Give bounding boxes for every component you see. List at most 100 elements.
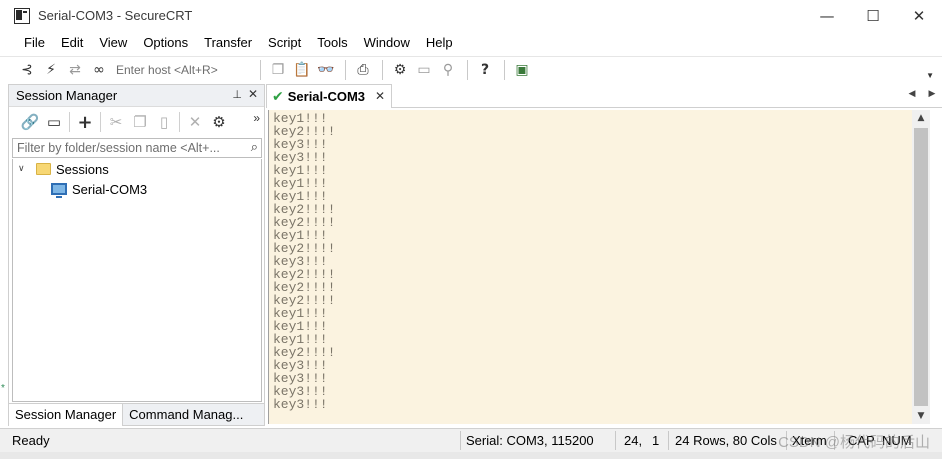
toolbar-more-icon[interactable]: » (253, 111, 260, 125)
window-controls: — ☐ ✕ (804, 0, 942, 31)
toolbar-separator (467, 60, 468, 80)
search-icon[interactable]: ⌕ (251, 140, 258, 155)
help-icon[interactable]: ? (476, 61, 494, 79)
tree-folder-sessions[interactable]: ∨ Sessions (13, 159, 261, 179)
terminal-line: key3!!! (273, 384, 328, 399)
watermark: CSDN @杨代码的后山 (778, 434, 930, 451)
close-button[interactable]: ✕ (896, 0, 942, 31)
tab-close-icon[interactable]: ✕ (375, 89, 385, 103)
terminal-line: key3!!! (273, 397, 328, 412)
scroll-down-icon[interactable]: ▼ (912, 408, 930, 424)
scrollbar-thumb[interactable] (914, 128, 928, 406)
session-manager-header: Session Manager ⊥ ✕ (9, 85, 264, 107)
tree-session-label: Serial-COM3 (72, 181, 148, 197)
session-manager-close-button[interactable]: ✕ (248, 87, 258, 101)
new-session-icon[interactable]: + (76, 112, 94, 133)
copy-icon[interactable]: ❐ (269, 61, 287, 79)
menu-edit[interactable]: Edit (53, 31, 91, 55)
menu-file[interactable]: File (16, 31, 53, 55)
folder-icon (36, 163, 51, 175)
about-icon[interactable]: ▣ (513, 61, 531, 79)
splitter-handle[interactable]: * (1, 383, 5, 394)
window-title: Serial-COM3 - SecureCRT (38, 8, 193, 23)
cut-icon[interactable]: ✂ (107, 113, 125, 131)
terminal-line: key2!!!! (273, 280, 336, 295)
tab-serial-com3[interactable]: ✔ Serial-COM3 ✕ (266, 84, 392, 108)
session-tree: ∨ Sessions Serial-COM3 (12, 159, 262, 402)
menu-window[interactable]: Window (356, 31, 418, 55)
session-manager-panel: Session Manager ⊥ ✕ 🔗 ▭ + ✂ ❐ ▯ ✕ ⚙ » Fi… (8, 84, 265, 426)
status-row: 24, (624, 433, 643, 448)
tab-session-manager[interactable]: Session Manager (9, 404, 124, 426)
toolbar-separator (100, 112, 101, 132)
toolbar-overflow-icon[interactable]: ▼ (926, 71, 934, 80)
tab-label: Serial-COM3 (287, 89, 366, 104)
terminal-line: key3!!! (273, 371, 328, 386)
securecrt-app-icon[interactable] (14, 7, 30, 24)
menu-script[interactable]: Script (260, 31, 309, 55)
session-manager-toolbar: 🔗 ▭ + ✂ ❐ ▯ ✕ ⚙ (9, 107, 264, 137)
keymap-icon[interactable]: ▭ (415, 61, 433, 79)
monitor-icon (51, 183, 67, 198)
connect-tab-icon[interactable]: ⇄ (66, 61, 84, 79)
connect-in-tab-icon[interactable]: ▭ (45, 113, 63, 131)
status-size: 24 Rows, 80 Cols (675, 433, 777, 448)
terminal-line: key3!!! (273, 358, 328, 373)
menu-view[interactable]: View (91, 31, 135, 55)
terminal-line: key2!!!! (273, 124, 336, 139)
print-icon[interactable]: ⎙ (354, 61, 372, 79)
toolbar-separator (260, 60, 261, 80)
scroll-up-icon[interactable]: ▲ (912, 110, 930, 126)
connect-tree-icon[interactable]: ⊰ (18, 61, 36, 79)
find-icon[interactable]: 👓 (317, 61, 335, 79)
title-bar: Serial-COM3 - SecureCRT — ☐ ✕ (0, 0, 942, 31)
toolbar-separator (504, 60, 505, 80)
terminal-line: key2!!!! (273, 267, 336, 282)
terminal-line: key1!!! (273, 332, 328, 347)
tree-folder-label: Sessions (56, 161, 109, 177)
sftp-icon[interactable]: ⚲ (439, 61, 457, 79)
terminal-scrollbar[interactable]: ▲ ▼ (912, 110, 930, 424)
session-manager-title: Session Manager (16, 88, 118, 103)
terminal-line: key1!!! (273, 163, 328, 178)
status-separator (668, 431, 669, 450)
session-tab-bar: ✔ Serial-COM3 ✕ ◀ ▶ (266, 84, 942, 108)
menu-tools[interactable]: Tools (309, 31, 355, 55)
status-separator (615, 431, 616, 450)
tab-next-icon[interactable]: ▶ (922, 89, 942, 99)
terminal-line: key1!!! (273, 111, 328, 126)
pin-icon[interactable]: ⊥ (232, 88, 242, 101)
terminal-line: key3!!! (273, 137, 328, 152)
quick-connect-icon[interactable]: ⚡ (42, 61, 60, 79)
terminal-line: key2!!!! (273, 293, 336, 308)
toolbar-separator (69, 112, 70, 132)
chevron-down-icon[interactable]: ∨ (18, 164, 30, 174)
options-icon[interactable]: ⚙ (391, 61, 409, 79)
status-col: 1 (652, 433, 660, 448)
tree-session-serial-com3[interactable]: Serial-COM3 (13, 179, 261, 199)
tab-prev-icon[interactable]: ◀ (902, 89, 922, 99)
connect-session-icon[interactable]: 🔗 (21, 113, 40, 131)
terminal-line: key1!!! (273, 228, 328, 243)
maximize-button[interactable]: ☐ (850, 0, 896, 31)
main-toolbar: ⊰ ⚡ ⇄ ∞ Enter host <Alt+R> ❐ 📋 👓 ⎙ ⚙ ▭ ⚲… (0, 56, 942, 83)
copy-icon[interactable]: ❐ (131, 113, 149, 131)
menu-bar: File Edit View Options Transfer Script T… (0, 31, 942, 55)
reconnect-icon[interactable]: ∞ (90, 61, 108, 79)
terminal-output[interactable]: key1!!! key2!!!! key3!!! key3!!! key1!!! key1… (268, 110, 912, 424)
terminal-line: key2!!!! (273, 241, 336, 256)
terminal-line: key2!!!! (273, 202, 336, 217)
properties-icon[interactable]: ⚙ (210, 113, 228, 131)
tab-command-manager[interactable]: Command Manag... (123, 404, 249, 426)
menu-help[interactable]: Help (418, 31, 461, 55)
paste-icon[interactable]: ▯ (155, 113, 173, 131)
enter-host-input[interactable]: Enter host <Alt+R> (116, 63, 256, 77)
delete-icon[interactable]: ✕ (186, 113, 204, 131)
status-connection: Serial: COM3, 115200 (466, 433, 594, 448)
paste-icon[interactable]: 📋 (293, 61, 311, 79)
session-filter-input[interactable]: Filter by folder/session name <Alt+... ⌕ (12, 138, 262, 158)
minimize-button[interactable]: — (804, 0, 850, 31)
menu-options[interactable]: Options (135, 31, 196, 55)
filter-placeholder: Filter by folder/session name <Alt+... (17, 141, 220, 155)
menu-transfer[interactable]: Transfer (196, 31, 260, 55)
